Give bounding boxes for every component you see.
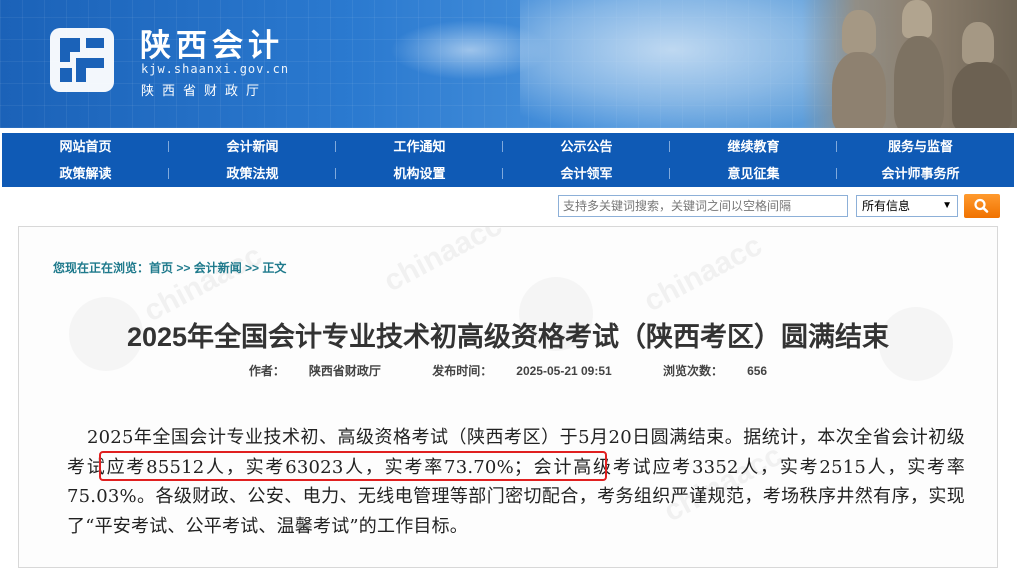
views-meta: 浏览次数： 656 — [663, 364, 768, 378]
main-navigation: 网站首页 会计新闻 工作通知 公示公告 继续教育 服务与监督 政策解读 政策法规… — [2, 133, 1014, 187]
nav-item-continuing-education[interactable]: 继续教育 — [670, 133, 837, 160]
search-button[interactable] — [964, 194, 1000, 218]
publish-date: 2025-05-21 09:51 — [516, 364, 612, 378]
article-body: 2025年全国会计专业技术初、高级资格考试（陕西考区）于5月20日圆满结束。据统… — [67, 423, 965, 541]
nav-item-organization[interactable]: 机构设置 — [336, 160, 503, 187]
author: 陕西省财政厅 — [308, 364, 381, 378]
nav-row-2: 政策解读 政策法规 机构设置 会计领军 意见征集 会计师事务所 — [2, 160, 1014, 187]
site-url: kjw.shaanxi.gov.cn — [141, 62, 290, 76]
nav-item-accounting-news[interactable]: 会计新闻 — [169, 133, 336, 160]
search-icon — [974, 198, 989, 213]
header-banner: 陕西会计 kjw.shaanxi.gov.cn 陕西省财政厅 — [0, 0, 1017, 128]
author-meta: 作者： 陕西省财政厅 — [248, 364, 381, 378]
search-scope-select[interactable]: 所有信息 ▼ — [856, 195, 958, 217]
department-name: 陕西省财政厅 — [141, 84, 268, 99]
shaanxi-accounting-logo-icon[interactable] — [46, 24, 118, 96]
nav-row-1: 网站首页 会计新闻 工作通知 公示公告 继续教育 服务与监督 — [2, 133, 1014, 160]
breadcrumb: 您现在正在浏览：首页 >> 会计新闻 >> 正文 — [53, 259, 286, 276]
body-text-part1: 2025年全国会计专业技术初、高级资格考试（陕西考区）于5月20日圆满结束。据统… — [87, 427, 929, 448]
article-container: chinaacc chinaacc chinaacc chinaacc 您现在正… — [18, 226, 998, 568]
nav-item-work-notices[interactable]: 工作通知 — [336, 133, 503, 160]
article-meta: 作者： 陕西省财政厅 发布时间： 2025-05-21 09:51 浏览次数： 656 — [19, 362, 997, 379]
watermark: chinaacc — [378, 226, 508, 299]
search-input[interactable] — [558, 195, 848, 217]
nav-item-accounting-firms[interactable]: 会计师事务所 — [837, 160, 1004, 187]
breadcrumb-prefix: 您现在正在浏览： — [53, 261, 150, 275]
view-count: 656 — [747, 364, 768, 378]
chevron-down-icon: ▼ — [942, 200, 952, 211]
nav-item-announcements[interactable]: 公示公告 — [503, 133, 670, 160]
article-title: 2025年全国会计专业技术初高级资格考试（陕西考区）圆满结束 — [126, 322, 890, 352]
search-scope-value: 所有信息 — [862, 199, 911, 213]
site-name: 陕西会计 — [140, 28, 284, 64]
nav-item-home[interactable]: 网站首页 — [2, 133, 169, 160]
breadcrumb-path[interactable]: 首页 >> 会计新闻 >> 正文 — [149, 261, 286, 275]
nav-item-accounting-leaders[interactable]: 会计领军 — [503, 160, 670, 187]
nav-item-feedback[interactable]: 意见征集 — [670, 160, 837, 187]
nav-item-service-supervision[interactable]: 服务与监督 — [837, 133, 1004, 160]
nav-item-policies-regulations[interactable]: 政策法规 — [169, 160, 336, 187]
terracotta-warriors-image — [802, 0, 1017, 128]
nav-item-policy-interpretation[interactable]: 政策解读 — [2, 160, 169, 187]
date-meta: 发布时间： 2025-05-21 09:51 — [432, 364, 612, 378]
watermark: chinaacc — [638, 228, 768, 319]
highlight-annotation-box — [99, 451, 607, 481]
